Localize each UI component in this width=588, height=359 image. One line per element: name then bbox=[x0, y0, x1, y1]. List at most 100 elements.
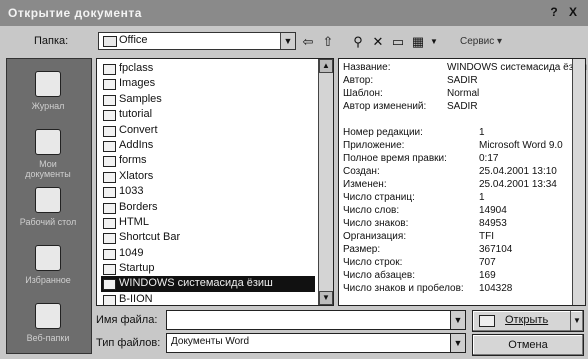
close-button[interactable]: X bbox=[565, 5, 581, 19]
views-icon[interactable]: ▦ bbox=[410, 35, 426, 49]
tools-menu[interactable]: Сервис ▾ bbox=[460, 36, 502, 47]
list-item[interactable]: Convert bbox=[101, 123, 315, 138]
place-label: Веб-папки bbox=[26, 333, 70, 343]
chevron-down-icon[interactable]: ▼ bbox=[280, 33, 295, 49]
file-name: WINDOWS системасида ёзиш bbox=[119, 277, 273, 290]
filename-input[interactable] bbox=[166, 310, 460, 330]
list-item[interactable]: HTML bbox=[101, 215, 315, 230]
open-button[interactable]: Открыть ▼ bbox=[472, 310, 584, 332]
list-item[interactable]: tutorial bbox=[101, 107, 315, 122]
prop-value: 169 bbox=[479, 270, 496, 281]
desktop-icon bbox=[35, 187, 61, 213]
scroll-up-icon[interactable]: ▲ bbox=[319, 59, 333, 73]
place-my-documents[interactable]: Мои документы bbox=[17, 123, 79, 181]
file-name: B-IION bbox=[119, 292, 153, 305]
web-folders-icon bbox=[35, 303, 61, 329]
folder-icon bbox=[103, 187, 116, 199]
new-folder-icon[interactable]: ▭ bbox=[390, 35, 406, 49]
folder-icon bbox=[103, 171, 116, 183]
list-item[interactable]: Startup bbox=[101, 261, 315, 276]
folder-icon bbox=[103, 140, 116, 152]
file-items: fpclass Images Samples tutorial Convert … bbox=[101, 61, 315, 307]
up-folder-icon[interactable]: ⇧ bbox=[320, 35, 336, 49]
properties-scrollbar[interactable] bbox=[572, 59, 585, 305]
file-list-scrollbar[interactable]: ▲ ▼ bbox=[318, 59, 333, 305]
prop-key: Число знаков: bbox=[343, 218, 409, 229]
folder-icon bbox=[103, 79, 116, 91]
place-web-folders[interactable]: Веб-папки bbox=[17, 297, 79, 355]
prop-value: 367104 bbox=[479, 244, 513, 255]
place-favorites[interactable]: Избранное bbox=[17, 239, 79, 297]
prop-value: 104328 bbox=[479, 283, 513, 294]
back-icon[interactable]: ⇦ bbox=[300, 35, 316, 49]
delete-icon[interactable]: ✕ bbox=[370, 35, 386, 49]
prop-row: Число страниц: 1 bbox=[343, 192, 581, 205]
list-item[interactable]: Borders bbox=[101, 200, 315, 215]
lookin-value: Office bbox=[119, 34, 148, 46]
filetype-select[interactable]: Документы Word bbox=[166, 333, 460, 353]
word-document-icon bbox=[103, 294, 116, 306]
prop-row: Номер редакции: 1 bbox=[343, 127, 581, 140]
file-name: 1049 bbox=[119, 246, 144, 259]
list-item-selected[interactable]: WINDOWS системасида ёзиш bbox=[101, 276, 315, 292]
scroll-down-icon[interactable]: ▼ bbox=[319, 291, 333, 305]
place-label: Мои документы bbox=[25, 159, 71, 179]
filename-label: Имя файла: bbox=[96, 314, 158, 326]
file-name: HTML bbox=[119, 215, 149, 228]
list-item[interactable]: forms bbox=[101, 153, 315, 168]
open-options-chevron-icon[interactable]: ▼ bbox=[570, 311, 583, 331]
prop-row: Автор изменений: SADIR bbox=[343, 101, 581, 114]
file-name: fpclass bbox=[119, 62, 154, 74]
place-label: Рабочий стол bbox=[19, 217, 77, 227]
prop-value: 84953 bbox=[479, 218, 507, 229]
prop-value: 0:17 bbox=[479, 153, 499, 164]
prop-value: SADIR bbox=[447, 101, 478, 112]
file-name: Xlators bbox=[119, 169, 154, 182]
lookin-combo[interactable]: Office ▼ bbox=[98, 32, 296, 50]
file-name: tutorial bbox=[119, 108, 153, 121]
cancel-button[interactable]: Отмена bbox=[472, 334, 584, 356]
prop-value: WINDOWS системасида ёзиш bbox=[447, 62, 587, 73]
prop-value: Normal bbox=[447, 88, 480, 99]
prop-value: 14904 bbox=[479, 205, 507, 216]
prop-key: Число страниц: bbox=[343, 192, 415, 203]
lookin-label: Папка: bbox=[34, 35, 69, 47]
properties-pane: Название: WINDOWS системасида ёзиш Автор:… bbox=[338, 58, 587, 306]
prop-row: Полное время правки: 0:17 bbox=[343, 153, 581, 166]
list-item[interactable]: 1049 bbox=[101, 246, 315, 261]
prop-row: Шаблон: Normal bbox=[343, 88, 581, 101]
prop-key: Число абзацев: bbox=[343, 270, 416, 281]
place-history[interactable]: Журнал bbox=[17, 65, 79, 123]
list-item[interactable]: Samples bbox=[101, 92, 315, 107]
prop-row: Число знаков: 84953 bbox=[343, 218, 581, 231]
place-label: Журнал bbox=[31, 101, 65, 111]
prop-value: 25.04.2001 13:10 bbox=[479, 166, 557, 177]
help-button[interactable]: ? bbox=[546, 5, 562, 19]
prop-value: 1 bbox=[479, 192, 485, 203]
prop-row: Размер: 367104 bbox=[343, 244, 581, 257]
prop-key: Номер редакции: bbox=[343, 127, 423, 138]
file-name: Shortcut Bar bbox=[119, 231, 181, 244]
views-chevron-icon[interactable]: ▼ bbox=[426, 35, 442, 49]
folder-icon bbox=[103, 202, 116, 214]
filename-chevron-icon[interactable]: ▼ bbox=[450, 310, 466, 330]
folder-icon bbox=[103, 125, 116, 137]
folder-icon bbox=[103, 64, 116, 75]
list-item[interactable]: Images bbox=[101, 76, 315, 91]
toolbar: Папка: Office ▼ ⇦ ⇧ ⚲ ✕ ▭ ▦ ▼ Сервис ▾ bbox=[0, 26, 588, 56]
places-bar: Журнал Мои документы Рабочий стол Избран… bbox=[6, 58, 92, 354]
folder-icon bbox=[103, 110, 116, 122]
filetype-chevron-icon[interactable]: ▼ bbox=[450, 333, 466, 353]
list-item[interactable]: fpclass bbox=[101, 61, 315, 76]
file-name: 1033 bbox=[119, 185, 144, 198]
folder-icon bbox=[103, 36, 117, 47]
place-desktop[interactable]: Рабочий стол bbox=[17, 181, 79, 239]
list-item[interactable]: B-IION bbox=[101, 292, 315, 307]
list-item[interactable]: Xlators bbox=[101, 169, 315, 184]
list-item[interactable]: Shortcut Bar bbox=[101, 230, 315, 245]
search-web-icon[interactable]: ⚲ bbox=[350, 35, 366, 49]
list-item[interactable]: 1033 bbox=[101, 184, 315, 199]
list-item[interactable]: AddIns bbox=[101, 138, 315, 153]
file-name: Images bbox=[119, 77, 156, 90]
prop-value: TFI bbox=[479, 231, 494, 242]
